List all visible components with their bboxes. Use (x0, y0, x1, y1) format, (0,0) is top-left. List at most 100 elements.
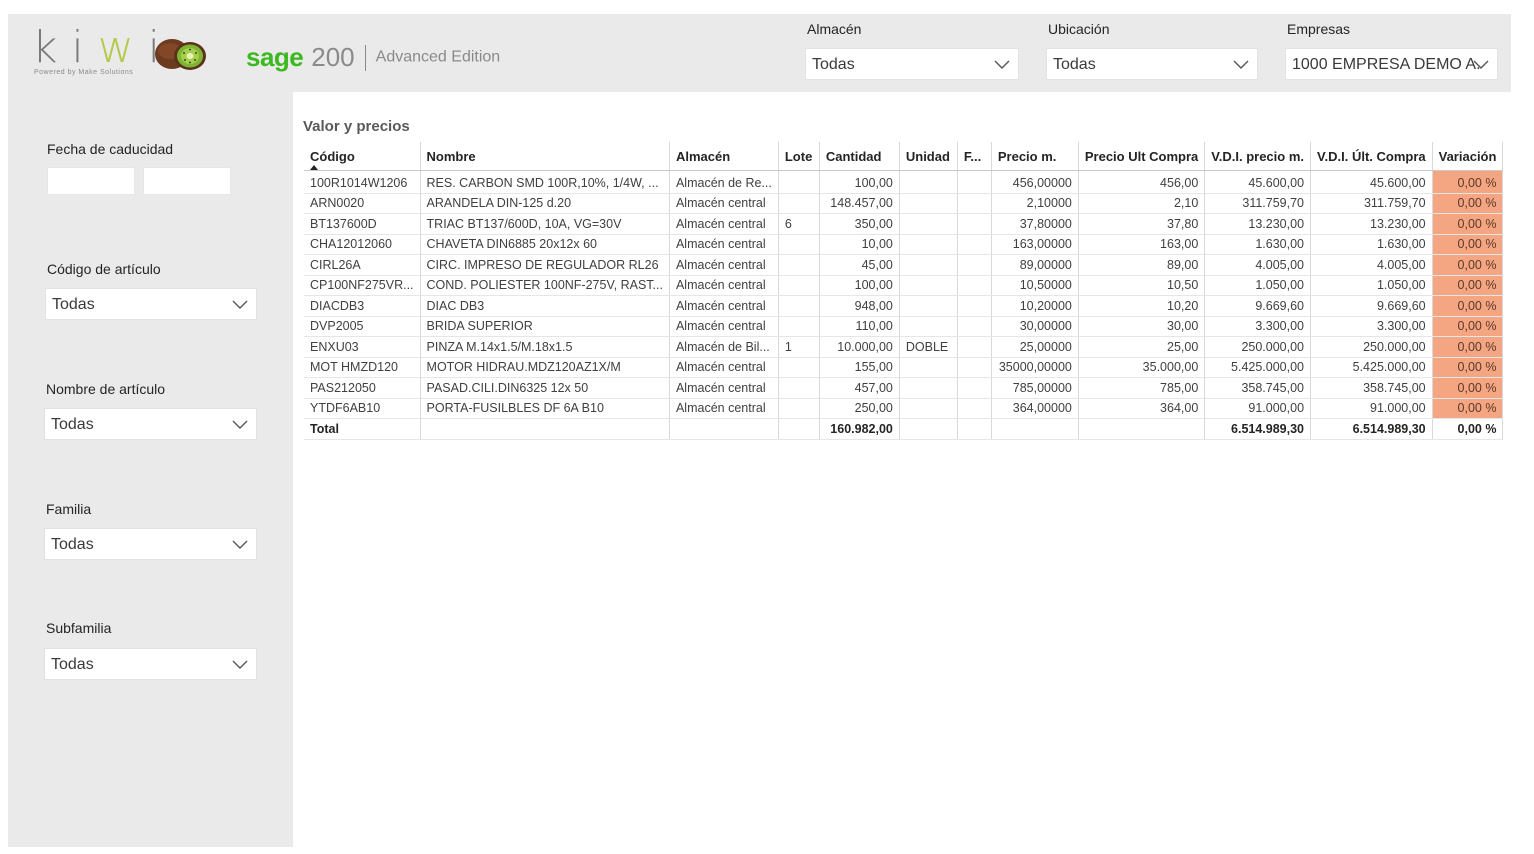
table-cell: 91.000,00 (1204, 398, 1312, 419)
table-row[interactable]: 100R1014W1206 RES. CARBON SMD 100R,10%, 1… (304, 170, 1504, 194)
table-body: 100R1014W1206 RES. CARBON SMD 100R,10%, 1… (304, 170, 1504, 440)
table-row[interactable]: CHA12012060 CHAVETA DIN6885 20x12x 60 Alma… (304, 234, 1504, 255)
subfamilia-dropdown[interactable]: Todas (44, 648, 257, 680)
header-precio-ult-compra[interactable]: Precio Ult Compra (1078, 142, 1206, 171)
table-cell: 0,00 % (1432, 398, 1504, 419)
header-cantidad[interactable]: Cantidad (819, 142, 900, 171)
table-cell: 6.514.989,30 (1204, 418, 1312, 440)
table-cell: 0,00 % (1432, 234, 1504, 255)
table-row[interactable]: MOT HMZD120 MOTOR HIDRAU.MDZ120AZ1X/M Alma… (304, 357, 1504, 378)
header-nombre[interactable]: Nombre (420, 142, 670, 171)
table-cell: 0,00 % (1432, 295, 1504, 317)
sidebar-filter-panel (8, 92, 293, 847)
table-row[interactable]: BT137600D TRIAC BT137/600D, 10A, VG=30V Al… (304, 213, 1504, 235)
table-cell: 155,00 (819, 357, 900, 378)
chevron-down-icon (1233, 60, 1249, 69)
table-cell: 10,20000 (991, 295, 1079, 317)
table-cell: 250.000,00 (1310, 336, 1433, 358)
header-variacion[interactable]: Variación (1432, 142, 1504, 171)
subfamilia-label: Subfamilia (46, 620, 112, 636)
table-row[interactable]: CP100NF275VR... COND. POLIESTER 100NF-275… (304, 275, 1504, 296)
table-cell: CHA12012060 (304, 234, 421, 255)
table-cell (957, 316, 992, 337)
table-cell: 91.000,00 (1310, 398, 1433, 419)
table-cell: 30,00 (1078, 316, 1206, 337)
table-cell: PAS212050 (304, 377, 421, 399)
table-row[interactable]: YTDF6AB10 PORTA-FUSILBLES DF 6A B10 Almacé… (304, 398, 1504, 419)
sage-200-logo: sage 200 Advanced Edition (246, 42, 501, 72)
table-cell: Almacén central (669, 316, 779, 337)
table-cell: 163,00 (1078, 234, 1206, 255)
table-cell (778, 234, 820, 255)
table-row[interactable]: CIRL26A CIRC. IMPRESO DE REGULADOR RL26 Al… (304, 254, 1504, 276)
familia-dropdown[interactable]: Todas (44, 528, 257, 560)
table-cell: 10,00 (819, 234, 900, 255)
table-row[interactable]: DIACDB3 DIAC DB3 Almacén central 948,00 10,2… (304, 295, 1504, 317)
header-f[interactable]: F... (957, 142, 992, 171)
nombre-articulo-dropdown[interactable]: Todas (44, 408, 257, 440)
table-cell (957, 418, 992, 440)
table-cell: 10.000,00 (819, 336, 900, 358)
header-vdi-precio-medio[interactable]: V.D.I. precio m. (1204, 142, 1312, 171)
table-cell (957, 234, 992, 255)
table-cell: CHAVETA DIN6885 20x12x 60 (420, 234, 670, 255)
table-cell: 0,00 % (1432, 193, 1504, 214)
header-almacen[interactable]: Almacén (669, 142, 779, 171)
table-cell: 948,00 (819, 295, 900, 317)
table-cell (669, 418, 779, 440)
table-cell (957, 213, 992, 235)
table-cell: 0,00 % (1432, 213, 1504, 235)
table-cell: PINZA M.14x1.5/M.18x1.5 (420, 336, 670, 358)
table-cell: 0,00 % (1432, 316, 1504, 337)
table-cell: BT137600D (304, 213, 421, 235)
table-cell (899, 254, 958, 276)
table-cell: Almacén central (669, 193, 779, 214)
table-cell (957, 357, 992, 378)
header-precio-medio[interactable]: Precio m. (991, 142, 1079, 171)
header-lote[interactable]: Lote (778, 142, 820, 171)
empresas-dropdown[interactable]: 1000 EMPRESA DEMO A... (1285, 48, 1498, 80)
table-total-row[interactable]: Total 160.982,00 6.514.989,30 6.514.989,30 0… (304, 418, 1504, 440)
almacen-dropdown[interactable]: Todas (805, 48, 1019, 80)
table-cell (957, 275, 992, 296)
header-unidad[interactable]: Unidad (899, 142, 958, 171)
kiwi-fruit-icon (155, 39, 206, 70)
table-cell: PASAD.CILI.DIN6325 12x 50 (420, 377, 670, 399)
table-cell: TRIAC BT137/600D, 10A, VG=30V (420, 213, 670, 235)
table-cell (899, 398, 958, 419)
ubicacion-dropdown[interactable]: Todas (1046, 48, 1258, 80)
table-row[interactable]: ENXU03 PINZA M.14x1.5/M.18x1.5 Almacén de … (304, 336, 1504, 358)
table-row[interactable]: DVP2005 BRIDA SUPERIOR Almacén central 110,… (304, 316, 1504, 337)
table-row[interactable]: ARN0020 ARANDELA DIN-125 d.20 Almacén cent… (304, 193, 1504, 214)
table-title: Valor y precios (303, 118, 410, 135)
table-cell: Almacén de Bil... (669, 336, 779, 358)
table-cell: 0,00 % (1432, 336, 1504, 358)
fecha-caducidad-label: Fecha de caducidad (47, 141, 174, 157)
codigo-articulo-dropdown[interactable]: Todas (45, 288, 257, 320)
almacen-slicer-label: Almacén (807, 21, 862, 37)
table-cell: 13.230,00 (1310, 213, 1433, 235)
table-cell: 457,00 (819, 377, 900, 399)
header-vdi-ult-compra[interactable]: V.D.I. Últ. Compra (1310, 142, 1433, 171)
table-cell: Total (304, 418, 421, 440)
table-cell: ENXU03 (304, 336, 421, 358)
chevron-down-icon (232, 300, 248, 309)
table-cell: Almacén central (669, 275, 779, 296)
table-cell: DIACDB3 (304, 295, 421, 317)
table-row[interactable]: PAS212050 PASAD.CILI.DIN6325 12x 50 Almacé… (304, 377, 1504, 399)
table-cell: 110,00 (819, 316, 900, 337)
table-cell (957, 336, 992, 358)
chevron-down-icon (994, 60, 1010, 69)
table-cell: 100,00 (819, 275, 900, 296)
fecha-desde-input[interactable] (47, 167, 135, 195)
header-codigo[interactable]: Código (304, 142, 421, 171)
table-cell (957, 170, 992, 194)
table-cell (778, 295, 820, 317)
nombre-articulo-label: Nombre de artículo (46, 381, 166, 397)
empresas-slicer-label: Empresas (1287, 21, 1351, 37)
table-cell: Almacén central (669, 357, 779, 378)
fecha-hasta-input[interactable] (143, 167, 231, 195)
table-cell (778, 254, 820, 276)
table-cell: MOTOR HIDRAU.MDZ120AZ1X/M (420, 357, 670, 378)
table-cell: 358.745,00 (1204, 377, 1312, 399)
